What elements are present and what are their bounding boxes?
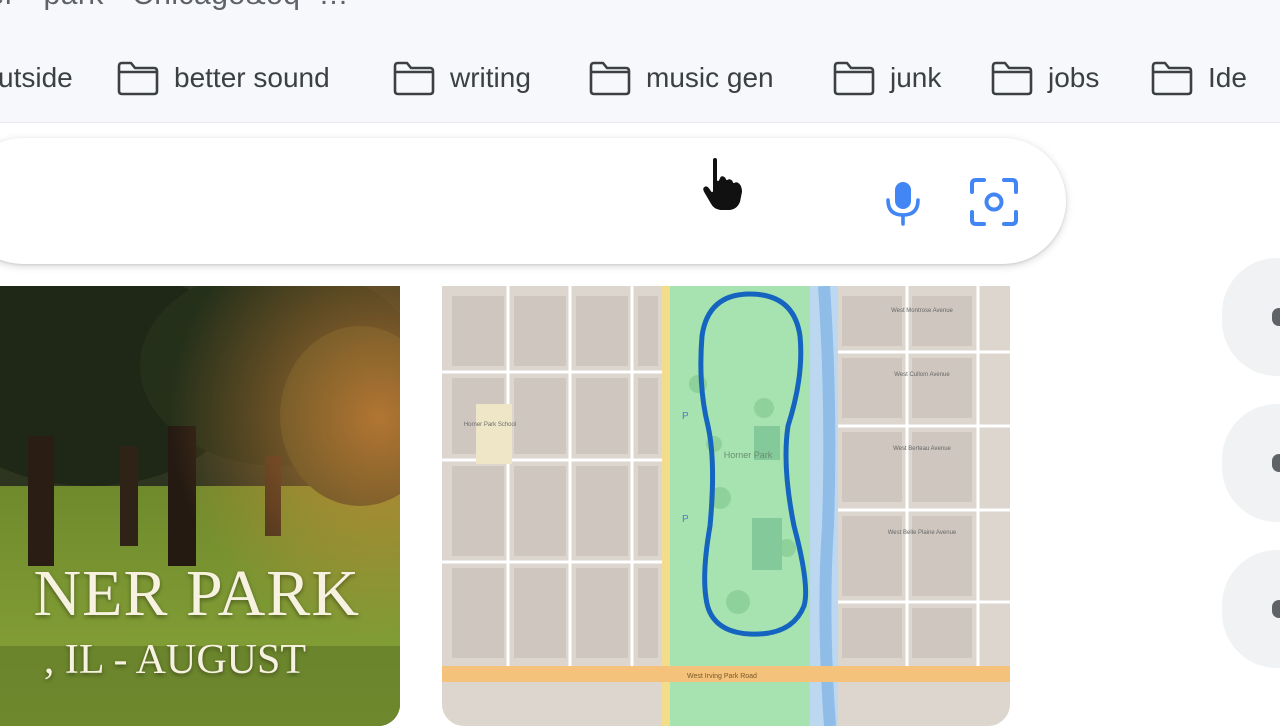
folder-icon — [833, 61, 875, 96]
bookmark-folder-ide[interactable]: Ide — [1150, 56, 1247, 100]
more-options-icon — [1272, 308, 1280, 326]
bookmark-folder-writing[interactable]: writing — [392, 56, 531, 100]
map-parking-marker: P — [682, 514, 689, 525]
bookmark-label: junk — [890, 62, 942, 93]
more-options-icon — [1272, 454, 1280, 472]
folder-icon — [589, 61, 631, 96]
bookmarks-bar: utside better sound writing music gen ju… — [0, 32, 1280, 123]
search-input[interactable] — [30, 168, 774, 236]
result-image-card[interactable]: NER PARK , IL - AUGUST — [0, 286, 400, 726]
map-street-label: West Berteau Avenue — [893, 446, 951, 452]
bookmark-label: writing — [450, 62, 531, 93]
microphone-icon[interactable] — [878, 178, 928, 228]
camera-lens-icon[interactable] — [966, 174, 1022, 230]
photo-subtitle-text: , IL - AUGUST — [43, 637, 306, 683]
bookmark-label: better sound — [174, 62, 330, 93]
side-action-button[interactable] — [1222, 258, 1280, 376]
bookmark-folder-jobs[interactable]: jobs — [990, 56, 1099, 100]
address-bar[interactable]: rner · park · Chicago&oq=… — [0, 0, 1280, 32]
address-bar-text: rner · park · Chicago&oq=… — [0, 0, 349, 12]
bookmark-label: jobs — [1048, 62, 1100, 93]
bookmark-folder-better-sound[interactable]: better sound — [116, 56, 330, 100]
folder-icon — [1151, 61, 1193, 96]
map-street-label: West Belle Plaine Avenue — [888, 530, 957, 536]
search-box — [0, 138, 1066, 264]
bookmark-label: Ide — [1208, 62, 1247, 93]
bookmark-folder-junk[interactable]: junk — [832, 56, 941, 100]
folder-icon — [991, 61, 1033, 96]
map-park-label: Horner Park — [724, 450, 773, 460]
bookmark-label: utside — [0, 62, 73, 93]
photo-title-text: NER PARK — [33, 557, 360, 630]
result-map-card[interactable]: Horner Park Horner Park School West Mont… — [442, 286, 1010, 726]
map-parking-marker: P — [682, 411, 689, 422]
side-action-button[interactable] — [1222, 404, 1280, 522]
more-options-icon — [1272, 600, 1280, 618]
side-action-button[interactable] — [1222, 550, 1280, 668]
map-street-label: West Cullom Avenue — [894, 372, 950, 378]
map-school-label: Horner Park School — [464, 422, 516, 428]
hand-cursor-icon — [701, 156, 744, 212]
bookmark-folder-outside[interactable]: utside — [0, 56, 73, 100]
map-street-label: West Irving Park Road — [687, 673, 757, 680]
map-street-label: West Montrose Avenue — [891, 308, 953, 314]
bookmark-folder-music-gen[interactable]: music gen — [588, 56, 774, 100]
folder-icon — [117, 61, 159, 96]
bookmark-label: music gen — [646, 62, 774, 93]
folder-icon — [393, 61, 435, 96]
route-map: Horner Park Horner Park School West Mont… — [442, 286, 1010, 726]
